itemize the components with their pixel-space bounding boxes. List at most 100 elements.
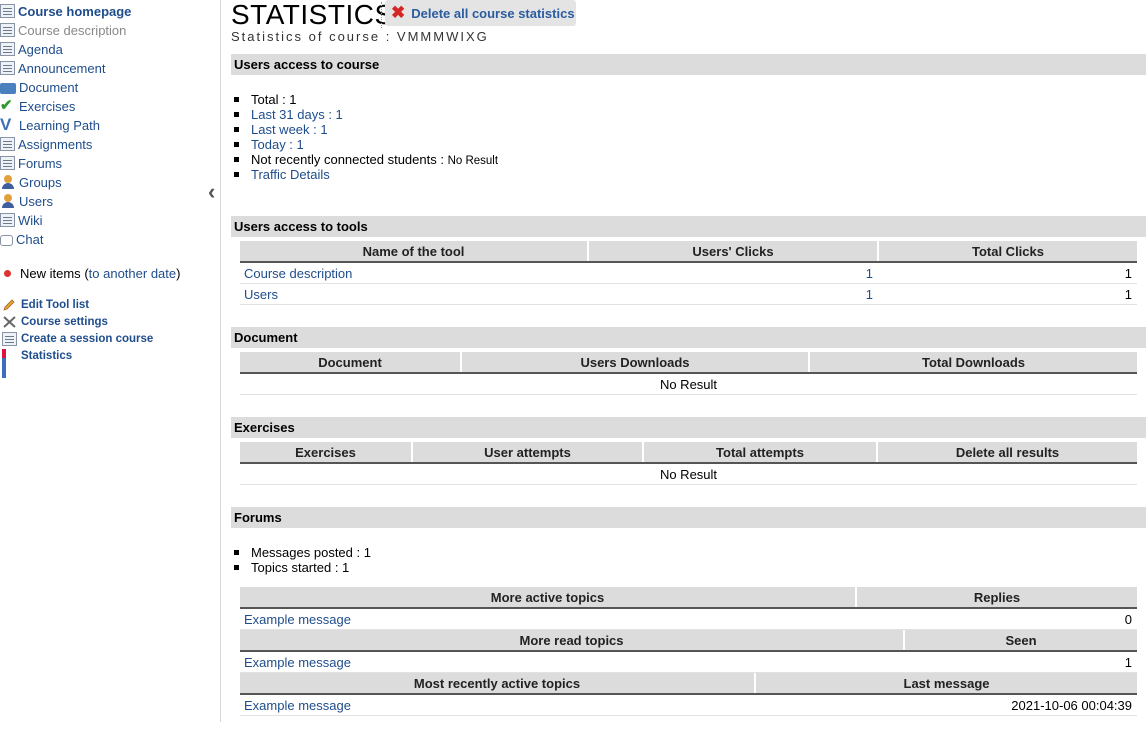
new-items: New items (to another date) [0,264,180,282]
page-title: STATISTICS [231,0,394,30]
column-header: Total Downloads [808,352,1137,374]
section-users-access-course: Users access to course [231,54,1146,75]
sidebar-item-course-homepage[interactable]: Course homepage [0,2,131,20]
list-item[interactable]: Traffic Details [233,167,498,182]
sidebar-item-learning-path[interactable]: V Learning Path [0,116,100,134]
tool-link[interactable]: Course description [244,266,352,281]
sidebar-item-groups[interactable]: Groups [0,173,62,191]
users-clicks-cell[interactable]: 1 [588,283,878,305]
sidebar-item-users[interactable]: Users [0,192,53,210]
topic-link[interactable]: Example message [244,612,351,627]
announcement-icon [0,61,15,75]
table-row: Example message 0 [240,608,1137,630]
users-icon [0,193,16,209]
document-folder-icon [0,83,16,94]
sidebar-item-label: Users [19,193,53,209]
users-clicks-link[interactable]: 1 [866,287,873,302]
topic-cell[interactable]: Example message [240,651,904,673]
no-result-cell: No Result [240,373,1137,395]
sidebar-item-assignments[interactable]: Assignments [0,135,92,153]
list-item: Topics started : 1 [234,560,371,575]
delete-x-icon: ✖ [391,3,406,22]
column-header: Document [240,352,461,374]
replies-cell: 0 [856,608,1137,630]
title-divider [381,2,382,28]
topic-link[interactable]: Example message [244,698,351,713]
seen-cell: 1 [904,651,1137,673]
create-session-course-link[interactable]: Create a session course [2,331,153,347]
column-header: Total Clicks [877,241,1137,263]
sidebar-item-label: Wiki [18,212,43,228]
new-items-label: New items [20,265,81,281]
last-31-days-link[interactable]: Last 31 days : 1 [251,107,343,122]
document-table: Document Users Downloads Total Downloads… [240,352,1137,395]
page-subtitle: Statistics of course : VMMMWIXG [231,29,489,44]
sidebar-item-label: Announcement [18,60,106,76]
topic-link[interactable]: Example message [244,655,351,670]
active-topics-table: More active topics Replies Example messa… [240,587,1137,630]
sidebar-item-chat[interactable]: Chat [0,230,43,248]
table-row: Example message 2021-10-06 00:04:39 [240,694,1137,716]
delete-all-statistics-button[interactable]: ✖ Delete all course statistics [385,0,576,26]
table-row: Course description 1 1 [240,262,1137,284]
forum-stats-list: Messages posted : 1 Topics started : 1 [234,545,371,575]
tools-icon [2,315,17,329]
sidebar-item-label: Groups [19,174,62,190]
topics-started: Topics started : 1 [251,560,350,575]
table-row: Users 1 1 [240,283,1137,305]
today-link[interactable]: Today : 1 [251,137,304,152]
list-item[interactable]: Today : 1 [233,137,498,152]
column-header: Most recently active topics [240,673,755,695]
traffic-details-link[interactable]: Traffic Details [251,167,330,182]
column-header: More read topics [240,630,904,652]
messages-posted: Messages posted : 1 [251,545,371,560]
agenda-icon [0,42,15,56]
total-clicks-cell: 1 [878,283,1137,305]
column-header: Users' Clicks [587,241,878,263]
list-item[interactable]: Last 31 days : 1 [233,107,498,122]
learning-path-icon: V [0,115,12,134]
table-header-row: Document Users Downloads Total Downloads [240,352,1137,374]
sidebar-item-announcement[interactable]: Announcement [0,59,105,77]
section-document: Document [231,327,1146,348]
sidebar-item-document[interactable]: Document [0,78,78,96]
last-week-link[interactable]: Last week : 1 [251,122,328,137]
last-message-cell: 2021-10-06 00:04:39 [755,694,1137,716]
to-another-date-link[interactable]: to another date [89,266,176,281]
topic-cell[interactable]: Example message [240,694,755,716]
course-homepage-icon [0,4,15,18]
tool-name-cell[interactable]: Users [240,283,588,305]
chevron-left-icon[interactable]: ‹ [208,181,222,203]
sidebar-item-forums[interactable]: Forums [0,154,62,172]
column-header: Users Downloads [460,352,809,374]
sidebar-item-wiki[interactable]: Wiki [0,211,43,229]
sidebar-item-label: Course homepage [18,3,132,19]
section-forums: Forums [231,507,1146,528]
topic-cell[interactable]: Example message [240,608,856,630]
sidebar-admin-label: Create a session course [21,333,154,345]
sidebar-item-exercises[interactable]: ✔ Exercises [0,97,75,115]
session-course-icon [2,332,17,346]
table-row: No Result [240,463,1137,485]
statistics-link[interactable]: Statistics [2,348,72,378]
read-topics-table: More read topics Seen Example message 1 [240,630,1137,673]
tool-link[interactable]: Users [244,287,278,302]
course-description-icon [0,23,15,37]
course-settings-link[interactable]: Course settings [2,314,108,330]
table-header-row: More read topics Seen [240,630,1137,652]
table-header-row: Most recently active topics Last message [240,673,1137,695]
list-item: Messages posted : 1 [234,545,371,560]
users-clicks-link[interactable]: 1 [866,266,873,281]
total-clicks-cell: 1 [878,262,1137,284]
access-stats-list: Total : 1 Last 31 days : 1 Last week : 1… [233,92,499,182]
users-clicks-cell[interactable]: 1 [588,262,878,284]
tool-name-cell[interactable]: Course description [240,262,588,284]
sidebar-item-agenda[interactable]: Agenda [0,40,63,58]
sidebar-admin-label: Course settings [21,316,108,328]
not-connected-value: No Result [447,155,499,167]
sidebar-item-course-description[interactable]: Course description [0,21,126,39]
column-header: User attempts [411,442,643,464]
list-item[interactable]: Last week : 1 [233,122,498,137]
edit-tool-list-link[interactable]: Edit Tool list [2,297,89,313]
column-header: More active topics [240,587,856,609]
